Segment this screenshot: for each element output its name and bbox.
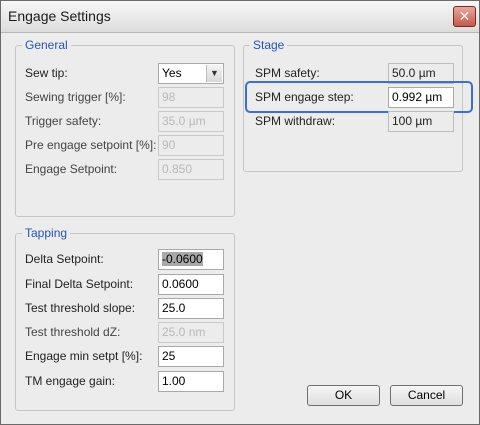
sewing-trigger-label: Sewing trigger [%]: bbox=[25, 90, 126, 104]
title-bar[interactable]: Engage Settings ✕ bbox=[1, 1, 479, 33]
final-delta-setpoint-label: Final Delta Setpoint: bbox=[25, 277, 134, 291]
trigger-safety-field[interactable]: 35.0 µm bbox=[158, 111, 224, 132]
spm-withdraw-field[interactable]: 100 µm bbox=[388, 111, 454, 132]
delta-setpoint-value: -0.0600 bbox=[162, 252, 203, 266]
spm-engage-step-field[interactable]: 0.992 µm bbox=[388, 87, 454, 108]
close-icon[interactable]: ✕ bbox=[453, 6, 476, 27]
spm-withdraw-label: SPM withdraw: bbox=[255, 114, 336, 128]
engage-setpoint-label: Engage Setpoint: bbox=[25, 162, 118, 176]
sew-tip-select[interactable]: Yes ▼ bbox=[158, 63, 224, 84]
engage-settings-dialog: Engage Settings ✕ General Sew tip: Yes ▼… bbox=[0, 0, 480, 425]
engage-setpoint-field[interactable]: 0.850 bbox=[158, 159, 224, 180]
ok-button[interactable]: OK bbox=[307, 385, 380, 406]
pre-engage-setpoint-label: Pre engage setpoint [%]: bbox=[25, 138, 157, 152]
sew-tip-value: Yes bbox=[162, 66, 182, 80]
sewing-trigger-field[interactable]: 98 bbox=[158, 87, 224, 108]
tm-engage-gain-label: TM engage gain: bbox=[25, 374, 116, 388]
spm-safety-label: SPM safety: bbox=[255, 66, 320, 80]
cancel-button[interactable]: Cancel bbox=[390, 385, 463, 406]
engage-min-setpt-field[interactable]: 25 bbox=[158, 346, 224, 367]
test-threshold-dz-field[interactable]: 25.0 nm bbox=[158, 322, 224, 343]
tapping-group-title: Tapping bbox=[22, 226, 71, 240]
delta-setpoint-field[interactable]: -0.0600 bbox=[158, 249, 224, 270]
window-title: Engage Settings bbox=[8, 8, 111, 24]
test-threshold-slope-field[interactable]: 25.0 bbox=[158, 298, 224, 319]
pre-engage-setpoint-field[interactable]: 90 bbox=[158, 135, 224, 156]
stage-group-title: Stage bbox=[250, 38, 288, 52]
test-threshold-dz-label: Test threshold dZ: bbox=[25, 325, 121, 339]
spm-engage-step-label: SPM engage step: bbox=[255, 90, 354, 104]
engage-min-setpt-label: Engage min setpt [%]: bbox=[25, 349, 143, 363]
sew-tip-label: Sew tip: bbox=[25, 66, 68, 80]
delta-setpoint-label: Delta Setpoint: bbox=[25, 252, 104, 266]
chevron-down-icon[interactable]: ▼ bbox=[206, 65, 222, 82]
general-group-title: General bbox=[22, 38, 71, 52]
trigger-safety-label: Trigger safety: bbox=[25, 114, 102, 128]
tm-engage-gain-field[interactable]: 1.00 bbox=[158, 371, 224, 392]
test-threshold-slope-label: Test threshold slope: bbox=[25, 301, 136, 315]
final-delta-setpoint-field[interactable]: 0.0600 bbox=[158, 274, 224, 295]
